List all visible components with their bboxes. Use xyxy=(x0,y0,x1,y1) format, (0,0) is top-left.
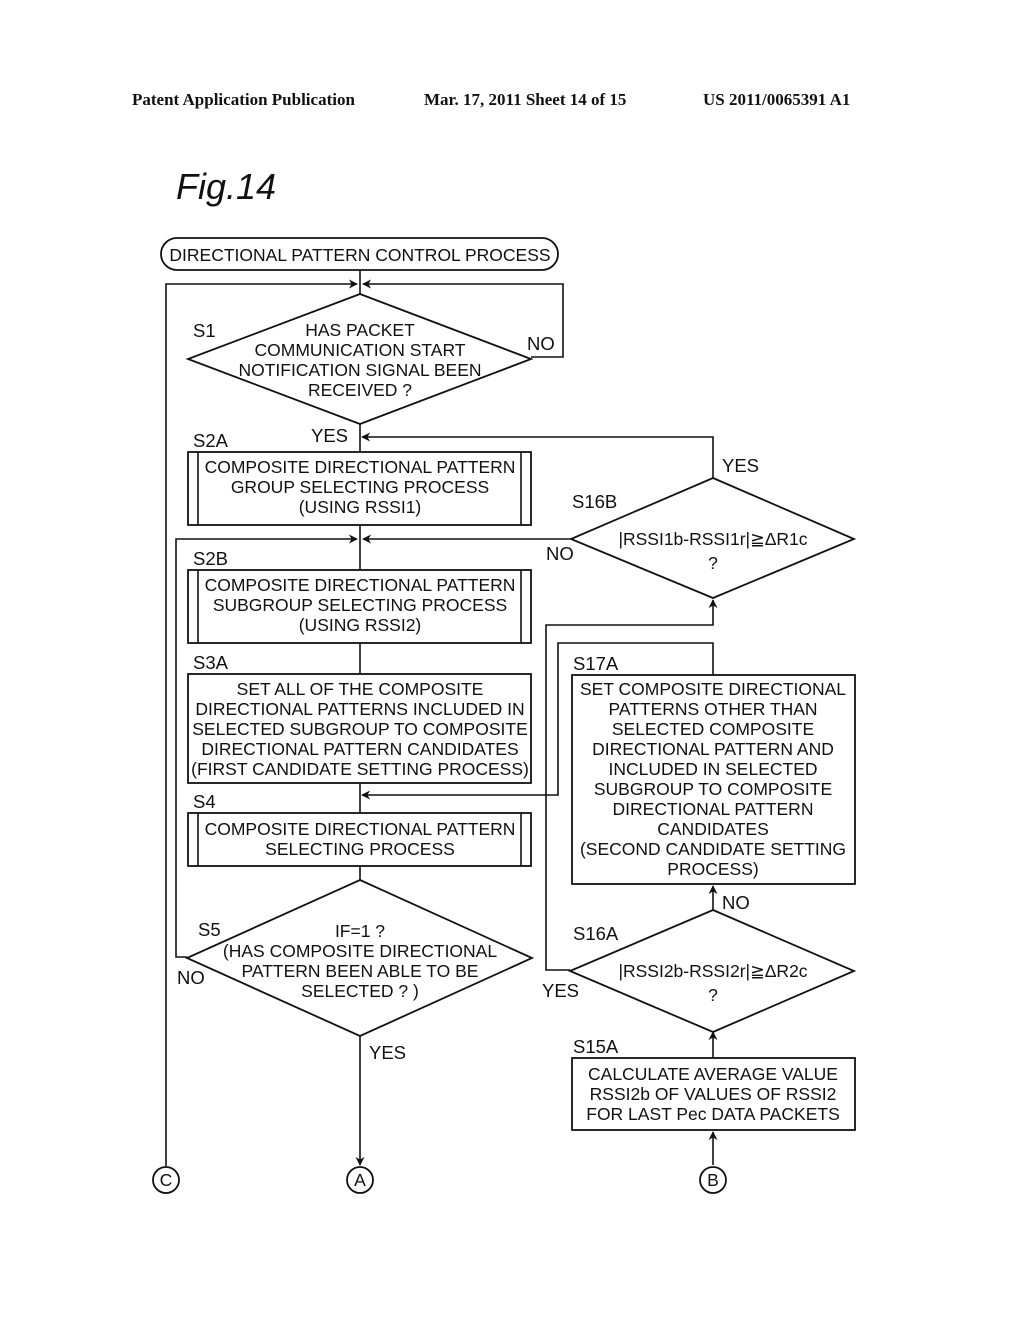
step-label-s16a: S16A xyxy=(573,923,619,944)
s16b-yes-label: YES xyxy=(722,455,759,476)
connector-a: A xyxy=(346,1166,374,1194)
step-label-s1: S1 xyxy=(193,320,216,341)
s1-line: COMMUNICATION START xyxy=(255,340,466,360)
s17a-line: CANDIDATES xyxy=(657,819,769,839)
s17a-line: PATTERNS OTHER THAN xyxy=(608,699,817,719)
s17a-line: (SECOND CANDIDATE SETTING xyxy=(580,839,846,859)
s3a-line: DIRECTIONAL PATTERN CANDIDATES xyxy=(201,739,518,759)
s5-line: IF=1 ? xyxy=(335,921,385,941)
step-label-s16b: S16B xyxy=(572,491,617,512)
start-terminator: DIRECTIONAL PATTERN CONTROL PROCESS xyxy=(160,237,559,271)
s16a-yes-label: YES xyxy=(542,980,579,1001)
s16a-line: |RSSI2b-RSSI2r|≧ΔR2c xyxy=(618,961,807,981)
connector-b: B xyxy=(699,1166,727,1194)
s1-no-label: NO xyxy=(527,333,555,354)
step-label-s2b: S2B xyxy=(193,548,228,569)
s4-line: COMPOSITE DIRECTIONAL PATTERN xyxy=(205,819,516,839)
s2b-line: SUBGROUP SELECTING PROCESS xyxy=(213,595,507,615)
s5-yes-label: YES xyxy=(369,1042,406,1063)
s17a-line: SET COMPOSITE DIRECTIONAL xyxy=(580,679,846,699)
s2a-line: COMPOSITE DIRECTIONAL PATTERN xyxy=(205,457,516,477)
s16b-line: |RSSI1b-RSSI1r|≧ΔR1c xyxy=(618,529,807,549)
flowchart: DIRECTIONAL PATTERN CONTROL PROCESS S1 H… xyxy=(152,237,857,1194)
step-label-s15a: S15A xyxy=(573,1036,619,1057)
s5-no-label: NO xyxy=(177,967,205,988)
s16a-no-label: NO xyxy=(722,892,750,913)
s4-line: SELECTING PROCESS xyxy=(265,839,455,859)
s5-line: SELECTED ? ) xyxy=(301,981,419,1001)
s16a-line: ? xyxy=(708,985,718,1005)
connector-c: C xyxy=(152,1166,180,1194)
s2b-line: COMPOSITE DIRECTIONAL PATTERN xyxy=(205,575,516,595)
start-label: DIRECTIONAL PATTERN CONTROL PROCESS xyxy=(169,245,550,265)
connector-c-label: C xyxy=(160,1170,173,1190)
connector-a-label: A xyxy=(354,1170,366,1190)
s2b-line: (USING RSSI2) xyxy=(299,615,422,635)
decision-s1: S1 HAS PACKET COMMUNICATION START NOTIFI… xyxy=(185,293,555,446)
s15a-line: FOR LAST Pec DATA PACKETS xyxy=(586,1104,840,1124)
s1-line: NOTIFICATION SIGNAL BEEN xyxy=(238,360,481,380)
s5-line: (HAS COMPOSITE DIRECTIONAL xyxy=(223,941,497,961)
s2a-line: GROUP SELECTING PROCESS xyxy=(231,477,489,497)
s17a-line: SELECTED COMPOSITE xyxy=(612,719,814,739)
s5-line: PATTERN BEEN ABLE TO BE xyxy=(242,961,479,981)
step-label-s5: S5 xyxy=(198,919,221,940)
s15a-line: RSSI2b OF VALUES OF RSSI2 xyxy=(590,1084,837,1104)
s16b-no-label: NO xyxy=(546,543,574,564)
s3a-line: DIRECTIONAL PATTERNS INCLUDED IN xyxy=(195,699,524,719)
s3a-line: SET ALL OF THE COMPOSITE xyxy=(237,679,484,699)
s3a-line: (FIRST CANDIDATE SETTING PROCESS) xyxy=(191,759,529,779)
s17a-line: INCLUDED IN SELECTED xyxy=(608,759,817,779)
s1-line: RECEIVED ? xyxy=(308,380,412,400)
connector-b-label: B xyxy=(707,1170,719,1190)
s1-yes-label: YES xyxy=(311,425,348,446)
s17a-line: DIRECTIONAL PATTERN AND xyxy=(592,739,834,759)
s1-line: HAS PACKET xyxy=(305,320,415,340)
s17a-line: PROCESS) xyxy=(667,859,758,879)
s2a-line: (USING RSSI1) xyxy=(299,497,422,517)
s3a-line: SELECTED SUBGROUP TO COMPOSITE xyxy=(192,719,528,739)
s16b-line: ? xyxy=(708,553,718,573)
step-label-s2a: S2A xyxy=(193,430,229,451)
decision-s16b: S16B |RSSI1b-RSSI1r|≧ΔR1c ? YES NO xyxy=(546,455,857,599)
step-label-s17a: S17A xyxy=(573,653,619,674)
step-label-s3a: S3A xyxy=(193,652,229,673)
s17a-line: SUBGROUP TO COMPOSITE xyxy=(594,779,832,799)
s17a-line: DIRECTIONAL PATTERN xyxy=(613,799,814,819)
step-label-s4: S4 xyxy=(193,791,216,812)
s15a-line: CALCULATE AVERAGE VALUE xyxy=(588,1064,838,1084)
process-s17a: S17A SET COMPOSITE DIRECTIONAL PATTERNS … xyxy=(571,653,856,885)
decision-s16a: S16A |RSSI2b-RSSI2r|≧ΔR2c ? NO YES xyxy=(542,892,857,1033)
decision-s5: S5 IF=1 ? (HAS COMPOSITE DIRECTIONAL PAT… xyxy=(177,879,535,1063)
